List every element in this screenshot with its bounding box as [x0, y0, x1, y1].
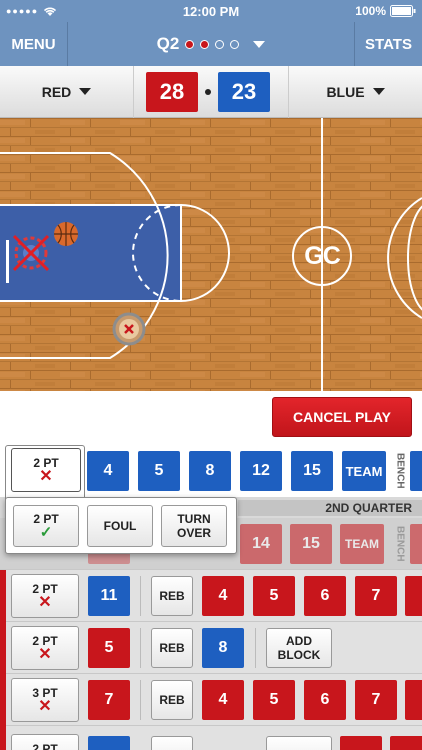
defense-button[interactable]: DEF: [266, 736, 332, 750]
chevron-down-icon: [253, 40, 266, 48]
chevron-down-icon: [372, 88, 385, 95]
player-button: 14: [240, 523, 282, 564]
divider: [140, 576, 141, 616]
cancel-play-button[interactable]: CANCEL PLAY: [272, 397, 412, 437]
rebounder-button[interactable]: 8: [202, 628, 244, 668]
score-separator: [205, 88, 211, 95]
quarter-header: 2ND QUARTER: [238, 500, 422, 516]
active-shot-button[interactable]: 2 PT ✕: [11, 448, 81, 492]
quarter-selector[interactable]: Q2: [68, 34, 354, 54]
list-item[interactable]: 2 PT ✕ AST DEF: [0, 726, 422, 750]
team-left-label: RED: [41, 83, 72, 100]
team-select-left[interactable]: RED: [0, 65, 134, 118]
quarter-dot: [185, 39, 195, 49]
missed-x-icon: ✕: [38, 646, 52, 663]
team-color-tag: [0, 622, 6, 674]
rebound-button[interactable]: REB: [151, 680, 193, 720]
court-logo: GC: [304, 241, 341, 270]
status-bar: ●●●●● 12:00 PM 100%: [0, 0, 422, 22]
nav-bar: MENU Q2 STATS: [0, 22, 422, 66]
shot-result-popup: 2 PT ✓ FOUL TURN OVER: [5, 497, 237, 554]
score-right: 23: [218, 71, 270, 112]
shooter-button[interactable]: 11: [88, 576, 130, 616]
list-item[interactable]: 2 PT ✕ 11 REB 4 5 6 7: [0, 570, 422, 622]
rebounder-button[interactable]: 6: [304, 680, 346, 720]
rebounder-button[interactable]: 5: [253, 576, 295, 616]
made-shot-button[interactable]: 2 PT ✓: [13, 505, 79, 547]
shooter-button[interactable]: 7: [88, 680, 130, 720]
divider: [140, 680, 141, 720]
quarter-label: Q2: [156, 34, 180, 53]
rebounder-button[interactable]: 5: [253, 680, 295, 720]
shooter-button[interactable]: [88, 736, 130, 750]
player-button[interactable]: 12: [240, 451, 282, 491]
team-button[interactable]: TEAM: [342, 451, 386, 491]
basketball-court[interactable]: GC: [0, 118, 422, 391]
rebounder-button[interactable]: 6: [304, 576, 346, 616]
battery-percent: 100%: [355, 4, 386, 18]
rebounder-button[interactable]: 4: [202, 680, 244, 720]
rebounder-button[interactable]: 7: [355, 680, 397, 720]
add-block-line1: ADD: [286, 634, 312, 648]
divider: [140, 628, 141, 668]
shot-button[interactable]: 2 PT ✕: [11, 734, 79, 750]
rebound-button[interactable]: REB: [151, 576, 193, 616]
quarter-dot: [230, 39, 240, 49]
quarter-dot: [215, 39, 225, 49]
assist-button[interactable]: AST: [151, 736, 193, 750]
team-color-tag: [0, 726, 6, 750]
menu-button[interactable]: MENU: [0, 22, 68, 66]
foul-button[interactable]: FOUL: [87, 505, 153, 547]
score-left: 28: [146, 71, 198, 112]
add-block-button[interactable]: ADD BLOCK: [266, 628, 332, 668]
turnover-line2: OVER: [176, 526, 211, 540]
team-button: TEAM: [340, 523, 384, 564]
team-color-tag: [0, 570, 6, 622]
divider: [255, 628, 256, 668]
team-select-right[interactable]: BLUE: [288, 65, 422, 118]
rebounder-button[interactable]: [405, 576, 422, 616]
player-button: 15: [290, 523, 332, 564]
battery-icon: [390, 5, 416, 17]
court-drawing: [0, 118, 422, 391]
player-button: [410, 523, 422, 564]
rebounder-button[interactable]: [390, 736, 422, 750]
player-button[interactable]: 4: [87, 451, 129, 491]
player-button[interactable]: 8: [189, 451, 231, 491]
player-button[interactable]: [410, 451, 422, 491]
turnover-line1: TURN: [177, 512, 211, 526]
quarter-dot: [200, 39, 210, 49]
bench-label: BENCH: [394, 453, 406, 489]
shot-button[interactable]: 2 PT ✕: [11, 626, 79, 670]
add-block-line2: BLOCK: [277, 648, 321, 662]
score-bar: RED 28 23 BLUE: [0, 65, 422, 118]
list-item[interactable]: 2 PT ✕ 5 REB 8 ADD BLOCK: [0, 622, 422, 674]
rebounder-button[interactable]: [405, 680, 422, 720]
stats-button[interactable]: STATS: [354, 22, 422, 66]
team-right-label: BLUE: [326, 83, 365, 100]
shot-button[interactable]: 2 PT ✕: [11, 574, 79, 618]
missed-x-icon: ✕: [39, 468, 53, 485]
player-button[interactable]: 15: [291, 451, 333, 491]
missed-x-icon: ✕: [38, 698, 52, 715]
rebounder-button[interactable]: 4: [202, 576, 244, 616]
rebound-button[interactable]: REB: [151, 628, 193, 668]
shooter-button[interactable]: 5: [88, 628, 130, 668]
player-button[interactable]: 5: [138, 451, 180, 491]
list-item[interactable]: 3 PT ✕ 7 REB 4 5 6 7: [0, 674, 422, 726]
signal-indicator: ●●●●●: [6, 6, 57, 17]
checkmark-icon: ✓: [39, 524, 53, 541]
team-color-tag: [0, 674, 6, 726]
bench-label: BENCH: [394, 526, 406, 562]
rebounder-button[interactable]: 7: [355, 576, 397, 616]
shot-label: 2 PT: [32, 742, 58, 750]
missed-x-icon: ✕: [38, 594, 52, 611]
signal-dots: ●●●●●: [6, 6, 39, 16]
wifi-icon: [44, 7, 57, 16]
turnover-button[interactable]: TURN OVER: [161, 505, 227, 547]
shot-button[interactable]: 3 PT ✕: [11, 678, 79, 722]
chevron-down-icon: [79, 88, 92, 95]
rebounder-button[interactable]: [340, 736, 382, 750]
